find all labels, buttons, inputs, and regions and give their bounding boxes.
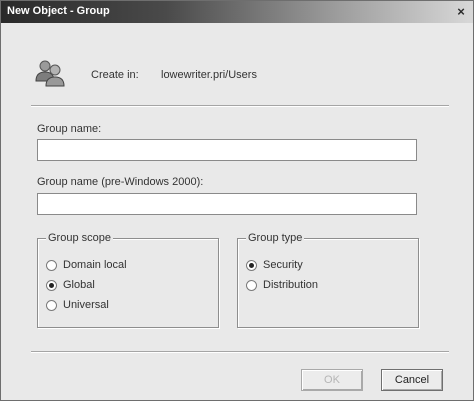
group-name-label: Group name: [37, 123, 102, 135]
header-separator [31, 105, 449, 107]
type-security-label: Security [263, 259, 303, 271]
scope-universal-label: Universal [63, 299, 109, 311]
radio-button[interactable] [246, 279, 257, 291]
scope-global-option[interactable]: Global [46, 277, 95, 293]
type-distribution-option[interactable]: Distribution [246, 277, 318, 293]
group-users-icon [35, 60, 65, 87]
scope-domain-local-label: Domain local [63, 259, 127, 271]
group-scope-legend: Group scope [46, 232, 113, 244]
window-title: New Object - Group [7, 5, 110, 17]
group-name-input[interactable] [37, 139, 417, 161]
radio-button[interactable] [46, 299, 57, 311]
new-object-group-dialog: New Object - Group × Create in: lowewrit… [0, 0, 474, 401]
type-security-option[interactable]: Security [246, 257, 303, 273]
group-type-legend: Group type [246, 232, 305, 244]
group-scope-box: Group scope Domain local Global Universa… [37, 232, 219, 328]
cancel-button[interactable]: Cancel [381, 369, 443, 391]
scope-universal-option[interactable]: Universal [46, 297, 109, 313]
group-type-box: Group type Security Distribution [237, 232, 419, 328]
radio-button[interactable] [46, 279, 57, 291]
group-name-pre2000-label: Group name (pre-Windows 2000): [37, 176, 204, 188]
footer-separator [31, 351, 449, 353]
close-icon[interactable]: × [453, 4, 469, 19]
radio-button[interactable] [246, 259, 257, 271]
scope-global-label: Global [63, 279, 95, 291]
radio-button[interactable] [46, 259, 57, 271]
create-in-label: Create in: [91, 69, 139, 81]
ok-button[interactable]: OK [301, 369, 363, 391]
create-in-path: lowewriter.pri/Users [161, 69, 257, 81]
scope-domain-local-option[interactable]: Domain local [46, 257, 127, 273]
group-name-pre2000-input[interactable] [37, 193, 417, 215]
type-distribution-label: Distribution [263, 279, 319, 291]
title-bar[interactable]: New Object - Group × [1, 1, 473, 23]
